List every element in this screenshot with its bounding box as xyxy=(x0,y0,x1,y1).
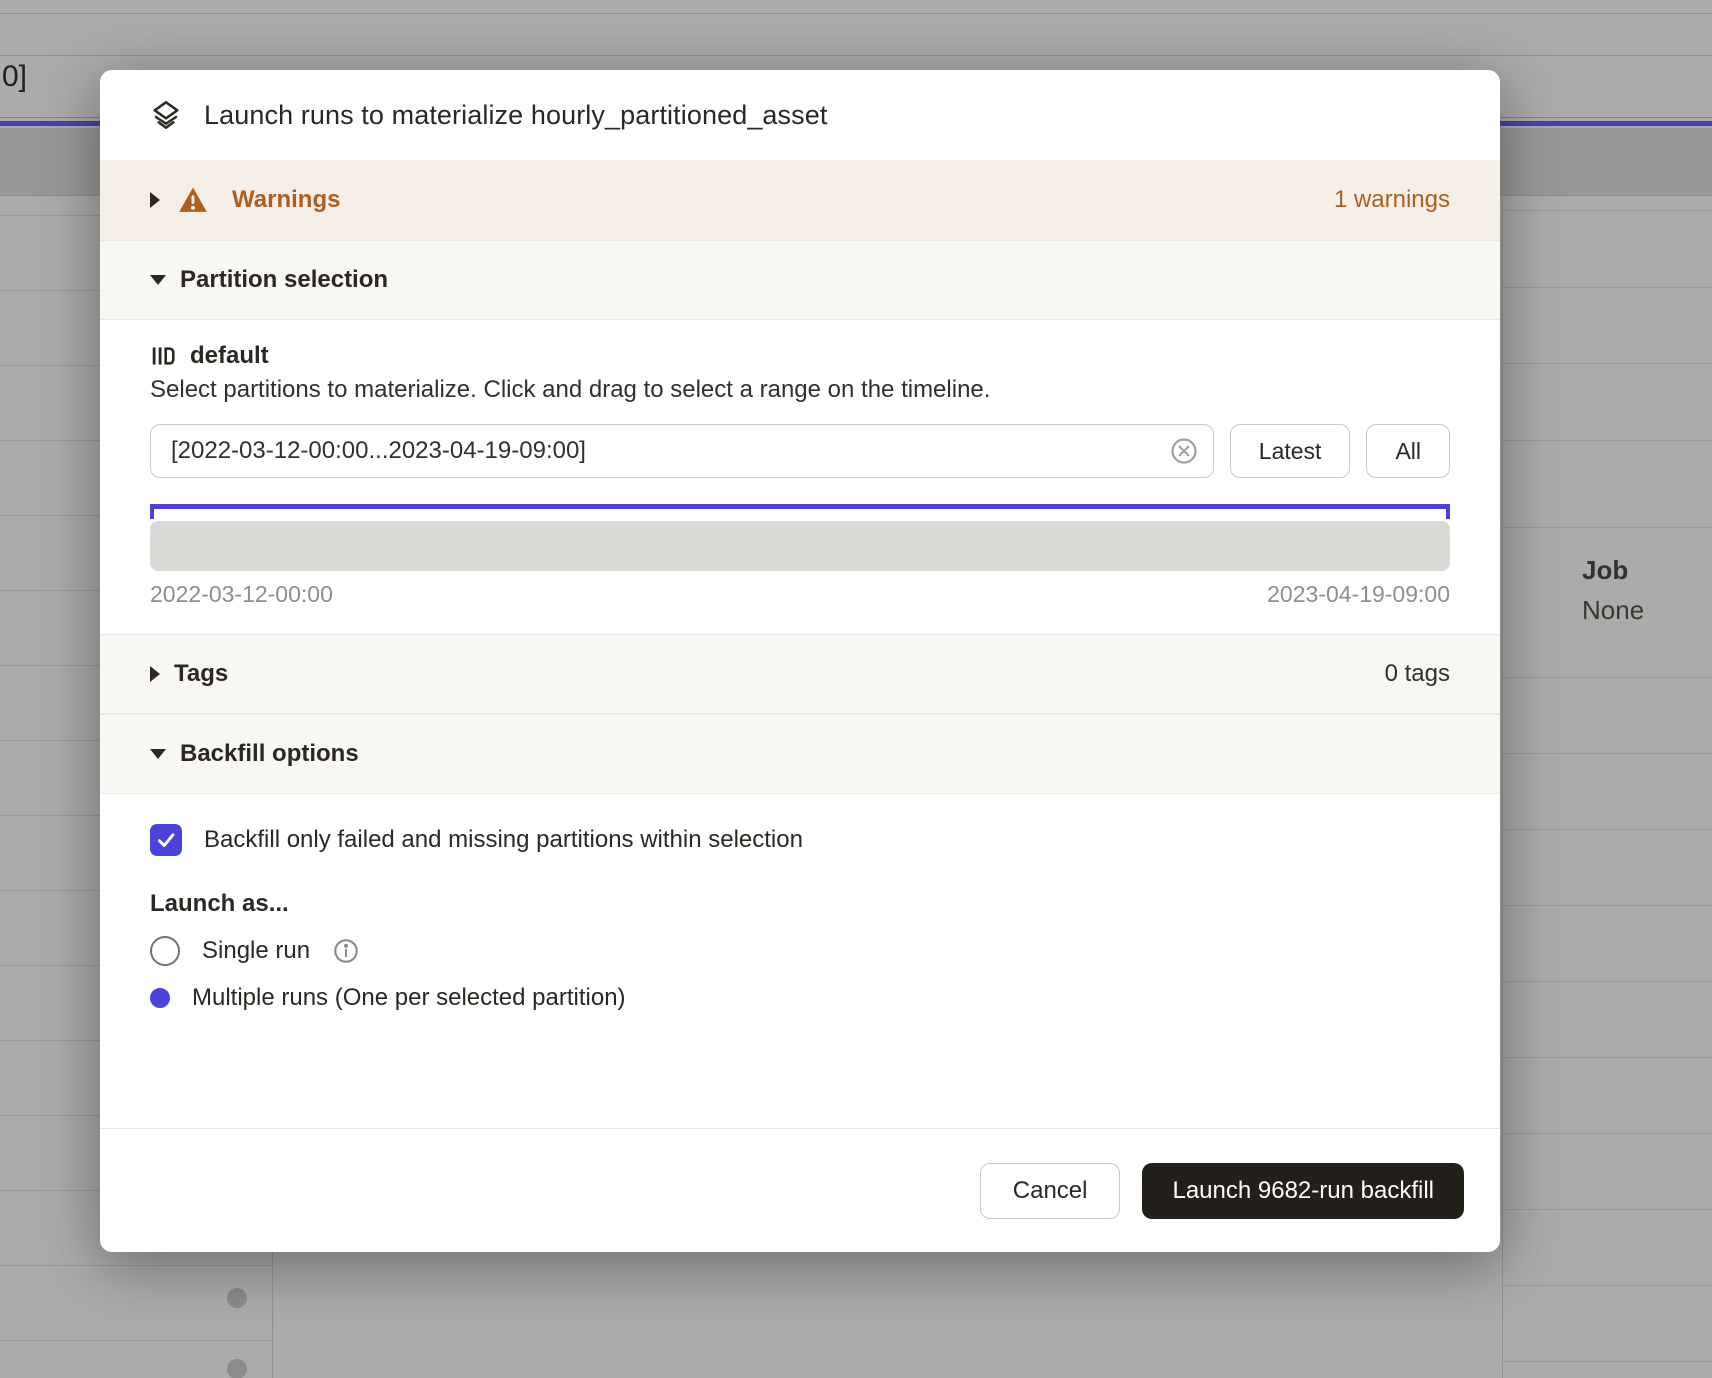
launch-backfill-button[interactable]: Launch 9682-run backfill xyxy=(1142,1163,1464,1219)
warnings-label: Warnings xyxy=(232,186,340,214)
multiple-runs-label: Multiple runs (One per selected partitio… xyxy=(192,984,626,1012)
tags-title: Tags xyxy=(174,660,228,688)
timeline-start-label: 2022-03-12-00:00 xyxy=(150,581,333,608)
warnings-section-header[interactable]: Warnings 1 warnings xyxy=(100,160,1500,240)
timeline-end-label: 2023-04-19-09:00 xyxy=(1267,581,1450,608)
latest-button[interactable]: Latest xyxy=(1230,424,1351,478)
background-row-line xyxy=(1502,287,1712,288)
chevron-right-icon xyxy=(150,192,160,208)
partition-timeline[interactable] xyxy=(150,521,1450,571)
all-button[interactable]: All xyxy=(1366,424,1450,478)
warning-icon xyxy=(178,186,208,214)
single-run-option[interactable]: Single run xyxy=(150,936,1450,966)
background-row-line xyxy=(1502,210,1712,211)
background-row-line xyxy=(1502,829,1712,830)
partition-selection-description: Select partitions to materialize. Click … xyxy=(150,376,1450,404)
background-job-cell: Job None xyxy=(1560,550,1710,630)
tags-section-header[interactable]: Tags 0 tags xyxy=(100,634,1500,714)
single-run-label: Single run xyxy=(202,937,310,965)
background-row-line xyxy=(1502,527,1712,528)
partition-range-input[interactable] xyxy=(150,424,1214,478)
dialog-title: Launch runs to materialize hourly_partit… xyxy=(204,100,827,131)
background-row-line xyxy=(1502,363,1712,364)
background-row-line xyxy=(1502,1361,1712,1362)
partition-selection-title: Partition selection xyxy=(180,266,388,294)
partition-selection-section-header[interactable]: Partition selection xyxy=(100,240,1500,320)
partition-selection-body: default Select partitions to materialize… xyxy=(100,320,1500,634)
background-row-line xyxy=(1502,1285,1712,1286)
materialize-icon xyxy=(150,99,182,131)
background-row-line xyxy=(1502,677,1712,678)
background-row-line xyxy=(0,1265,272,1266)
multiple-runs-option[interactable]: Multiple runs (One per selected partitio… xyxy=(150,984,1450,1012)
backfill-options-section-header[interactable]: Backfill options xyxy=(100,714,1500,794)
background-partial-text: 0] xyxy=(2,60,27,94)
radio-selected-icon[interactable] xyxy=(150,988,170,1008)
dialog-footer: Cancel Launch 9682-run backfill xyxy=(100,1128,1500,1252)
background-status-dot xyxy=(227,1288,247,1308)
chevron-down-icon xyxy=(150,275,166,285)
chevron-down-icon xyxy=(150,749,166,759)
launch-as-label: Launch as... xyxy=(150,890,1450,918)
background-row-line xyxy=(1502,753,1712,754)
background-job-value: None xyxy=(1582,590,1710,630)
background-status-dot xyxy=(227,1359,247,1378)
cancel-button[interactable]: Cancel xyxy=(980,1163,1121,1219)
background-row-line xyxy=(1502,1057,1712,1058)
background-column-divider xyxy=(1502,146,1503,1378)
partition-selection-range-bar[interactable] xyxy=(150,504,1450,519)
dialog-header: Launch runs to materialize hourly_partit… xyxy=(100,70,1500,160)
background-row-line xyxy=(1502,1209,1712,1210)
backfill-failed-missing-checkbox[interactable] xyxy=(150,824,182,856)
background-row-line xyxy=(0,13,1712,14)
launch-backfill-dialog: Launch runs to materialize hourly_partit… xyxy=(100,70,1500,1252)
background-row-line xyxy=(0,1340,272,1341)
backfill-options-body: Backfill only failed and missing partiti… xyxy=(100,794,1500,1012)
background-job-header: Job xyxy=(1582,550,1710,590)
tags-count: 0 tags xyxy=(1385,660,1450,688)
chevron-right-icon xyxy=(150,666,160,682)
clear-selection-button[interactable] xyxy=(1168,435,1200,467)
radio-unselected-icon[interactable] xyxy=(150,936,180,966)
background-row-line xyxy=(0,55,1712,56)
warnings-count: 1 warnings xyxy=(1334,186,1450,214)
background-row-line xyxy=(1502,1133,1712,1134)
backfill-options-title: Backfill options xyxy=(180,740,359,768)
partition-dimension-name: default xyxy=(190,342,269,370)
info-icon[interactable] xyxy=(332,937,360,965)
background-row-line xyxy=(1502,905,1712,906)
partition-icon xyxy=(150,343,176,369)
background-row-line xyxy=(1502,981,1712,982)
backfill-checkbox-label: Backfill only failed and missing partiti… xyxy=(204,826,803,854)
background-row-line xyxy=(1502,440,1712,441)
